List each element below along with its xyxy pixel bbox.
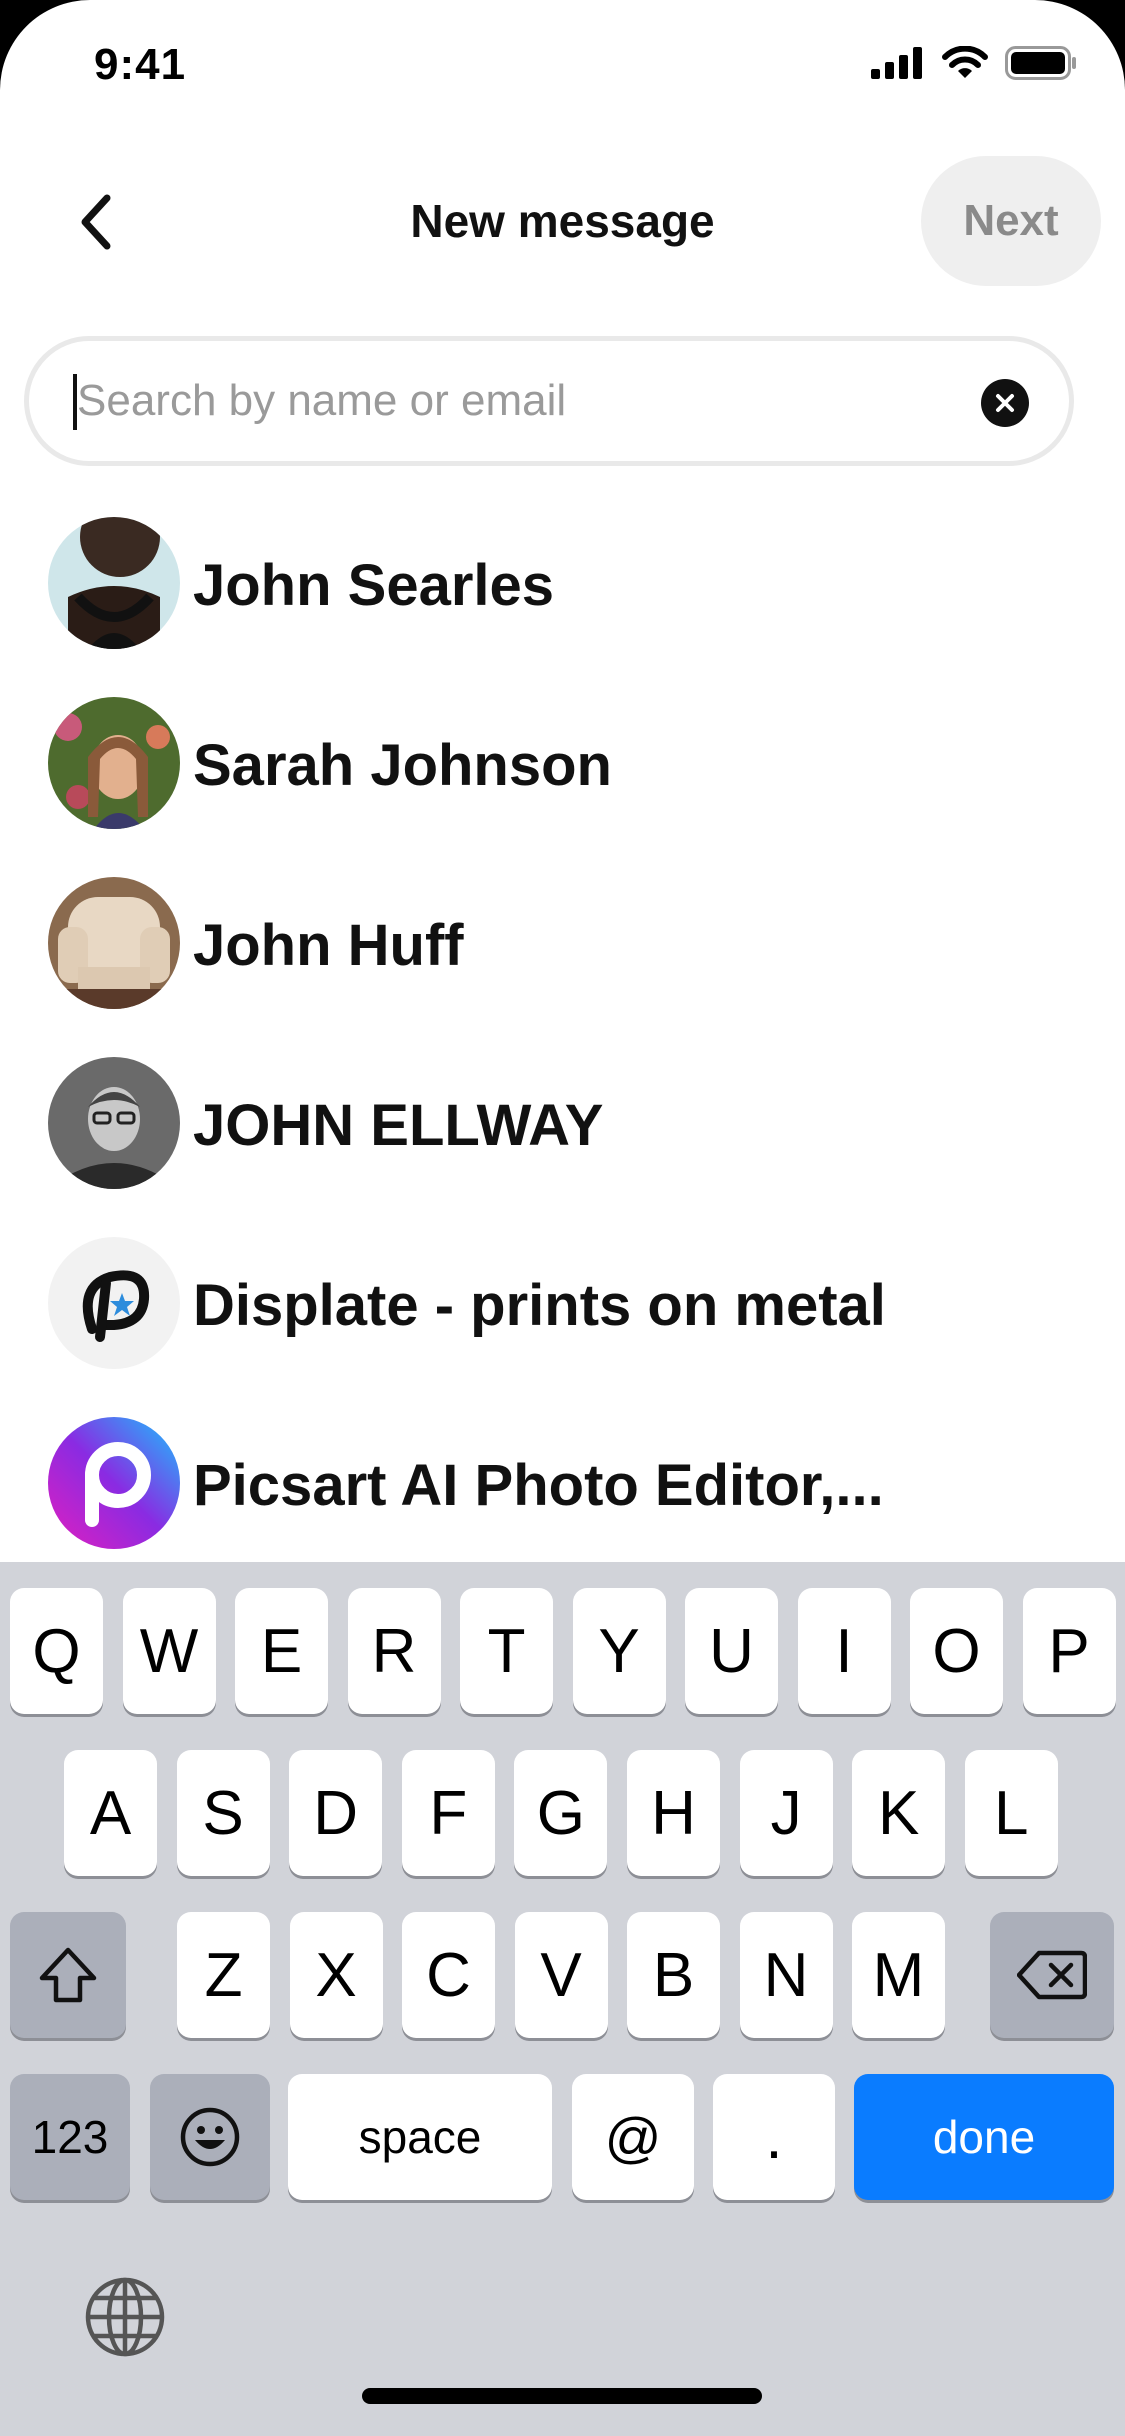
key-s[interactable]: S xyxy=(176,1750,270,1876)
key-y[interactable]: Y xyxy=(572,1588,666,1714)
key-k[interactable]: K xyxy=(852,1750,946,1876)
backspace-key[interactable] xyxy=(990,1912,1114,2038)
key-o[interactable]: O xyxy=(910,1588,1003,1714)
contact-row[interactable]: Picsart AI Photo Editor,... xyxy=(0,1400,1125,1580)
contact-name: Displate - prints on metal xyxy=(193,1273,886,1338)
contact-name: Sarah Johnson xyxy=(193,733,612,798)
numbers-key[interactable]: 123 xyxy=(10,2074,130,2200)
status-bar: 9:41 xyxy=(0,0,1125,140)
wifi-icon xyxy=(942,46,988,78)
key-n[interactable]: N xyxy=(739,1912,833,2038)
cellular-icon xyxy=(871,47,922,79)
backspace-icon xyxy=(1017,1950,1087,2000)
search-input[interactable] xyxy=(77,361,957,441)
done-key[interactable]: done xyxy=(854,2074,1114,2200)
key-g[interactable]: G xyxy=(514,1750,608,1876)
contact-row[interactable]: John Huff xyxy=(0,860,1125,1040)
key-z[interactable]: Z xyxy=(177,1912,270,2038)
key-h[interactable]: H xyxy=(627,1750,720,1876)
contact-row[interactable]: John Searles xyxy=(0,500,1125,680)
emoji-key[interactable] xyxy=(150,2074,270,2200)
search-bar[interactable] xyxy=(24,336,1074,466)
screen: 9:41 New message Next Search by name or … xyxy=(0,0,1125,2436)
contact-row[interactable]: JOHN ELLWAY xyxy=(0,1040,1125,1220)
key-x[interactable]: X xyxy=(289,1912,383,2038)
key-a[interactable]: A xyxy=(64,1750,157,1876)
avatar xyxy=(48,1417,180,1549)
contact-list: John Searles Sarah Johnson John Huff JOH… xyxy=(0,500,1125,1580)
shift-key[interactable] xyxy=(10,1912,126,2038)
avatar xyxy=(48,517,180,649)
contact-name: John Searles xyxy=(193,553,555,618)
avatar xyxy=(48,1057,180,1189)
next-button[interactable]: Next xyxy=(921,156,1101,286)
key-m[interactable]: M xyxy=(852,1912,945,2038)
key-f[interactable]: F xyxy=(401,1750,495,1876)
emoji-icon xyxy=(180,2107,240,2167)
contact-row[interactable]: Displate - prints on metal xyxy=(0,1220,1125,1400)
status-icons xyxy=(871,46,1077,80)
key-l[interactable]: L xyxy=(964,1750,1058,1876)
key-u[interactable]: U xyxy=(685,1588,778,1714)
avatar xyxy=(48,1237,180,1369)
keyboard: QWERTYUIOP ASDFGHJKL ZXCVBNM 123 space @ xyxy=(0,1562,1125,2436)
space-key[interactable]: space xyxy=(288,2074,552,2200)
key-b[interactable]: B xyxy=(627,1912,720,2038)
key-e[interactable]: E xyxy=(235,1588,328,1714)
globe-key[interactable] xyxy=(84,2276,166,2363)
contact-name: JOHN ELLWAY xyxy=(193,1093,604,1158)
key-w[interactable]: W xyxy=(122,1588,216,1714)
home-indicator xyxy=(362,2388,762,2404)
contact-row[interactable]: Sarah Johnson xyxy=(0,680,1125,860)
shift-icon xyxy=(39,1947,97,2003)
status-time: 9:41 xyxy=(94,40,187,89)
at-key[interactable]: @ xyxy=(572,2074,694,2200)
clear-search-button[interactable] xyxy=(981,379,1029,427)
key-r[interactable]: R xyxy=(347,1588,441,1714)
key-t[interactable]: T xyxy=(460,1588,553,1714)
header: New message Next xyxy=(0,150,1125,295)
period-key[interactable]: . xyxy=(713,2074,835,2200)
contact-name: John Huff xyxy=(193,913,464,978)
contact-name: Picsart AI Photo Editor,... xyxy=(193,1453,884,1518)
key-p[interactable]: P xyxy=(1022,1588,1116,1714)
key-q[interactable]: Q xyxy=(10,1588,103,1714)
battery-icon xyxy=(1005,46,1076,80)
avatar xyxy=(48,877,180,1009)
avatar xyxy=(48,697,180,829)
key-i[interactable]: I xyxy=(797,1588,891,1714)
key-j[interactable]: J xyxy=(739,1750,833,1876)
key-v[interactable]: V xyxy=(514,1912,608,2038)
clear-icon xyxy=(996,394,1014,412)
key-c[interactable]: C xyxy=(402,1912,495,2038)
key-d[interactable]: D xyxy=(289,1750,383,1876)
globe-icon xyxy=(85,2277,165,2357)
